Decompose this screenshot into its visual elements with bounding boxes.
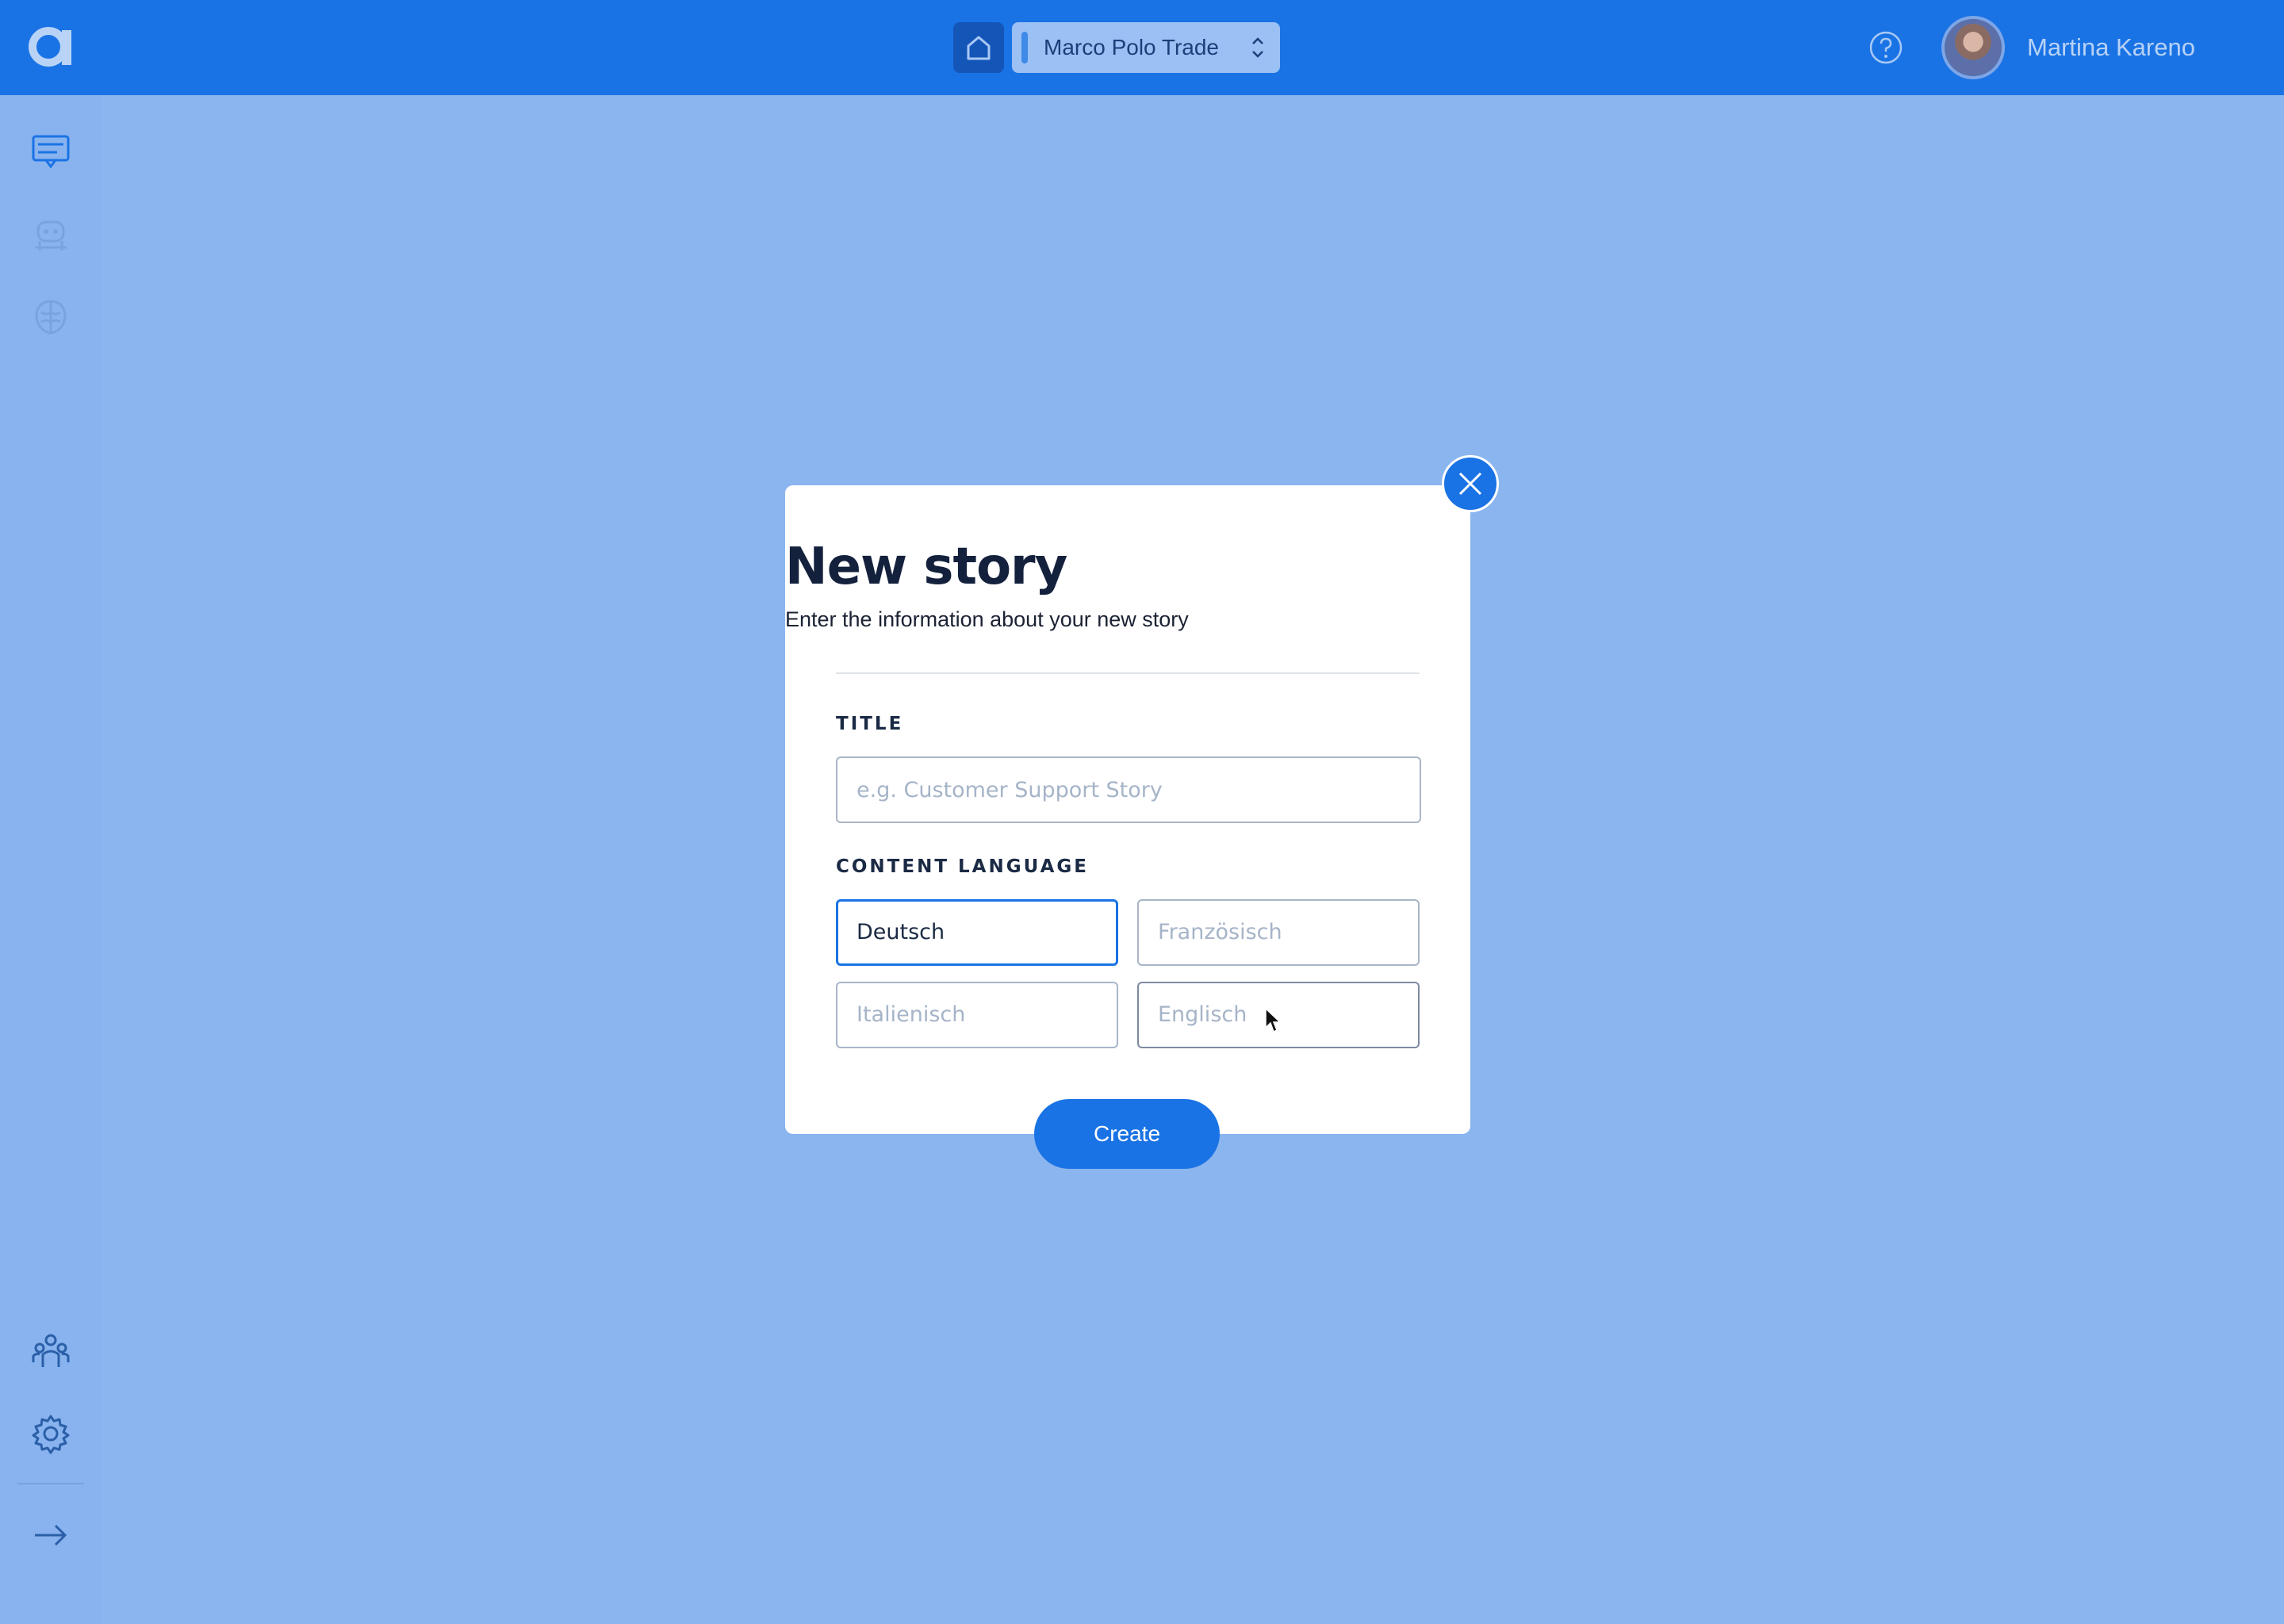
workspace-color-marker — [1021, 32, 1028, 63]
content-language-label: CONTENT LANGUAGE — [836, 856, 1089, 877]
dialog-subtitle: Enter the information about your new sto… — [785, 607, 1189, 631]
user-name[interactable]: Martina Kareno — [2027, 0, 2195, 95]
home-button[interactable] — [953, 22, 1004, 73]
stories-icon[interactable] — [30, 132, 71, 173]
brain-icon[interactable] — [30, 297, 71, 338]
new-story-dialog: New story Enter the information about yo… — [785, 485, 1470, 1134]
language-option-deutsch[interactable]: Deutsch — [836, 899, 1118, 966]
app-window: Marco Polo Trade Martina Kareno New stor… — [0, 0, 2284, 1624]
help-icon[interactable] — [1868, 30, 1903, 65]
title-input[interactable] — [836, 756, 1421, 823]
language-option-franzoesisch[interactable]: Französisch — [1137, 899, 1420, 966]
sidebar — [0, 95, 102, 1624]
workspace-selector[interactable]: Marco Polo Trade — [1012, 22, 1280, 73]
dialog-divider — [836, 672, 1420, 674]
home-icon — [967, 36, 991, 60]
gear-icon[interactable] — [30, 1413, 71, 1454]
title-field-label: TITLE — [836, 714, 904, 734]
dialog-title: New story — [785, 538, 1067, 596]
avatar[interactable] — [1945, 19, 2002, 76]
close-icon — [1458, 472, 1482, 496]
close-dialog-button[interactable] — [1442, 455, 1499, 512]
workspace-name: Marco Polo Trade — [1044, 35, 1219, 59]
bot-icon[interactable] — [30, 214, 71, 255]
language-option-italienisch[interactable]: Italienisch — [836, 982, 1118, 1048]
sidebar-divider — [17, 1483, 84, 1484]
create-button[interactable]: Create — [1034, 1099, 1220, 1169]
expand-arrow-icon[interactable] — [30, 1515, 71, 1556]
top-bar: Marco Polo Trade Martina Kareno — [0, 0, 2284, 95]
chevron-up-down-icon — [1252, 37, 1263, 58]
mouse-cursor-icon — [1265, 1007, 1282, 1033]
team-icon[interactable] — [30, 1331, 71, 1372]
app-logo[interactable] — [27, 22, 76, 71]
